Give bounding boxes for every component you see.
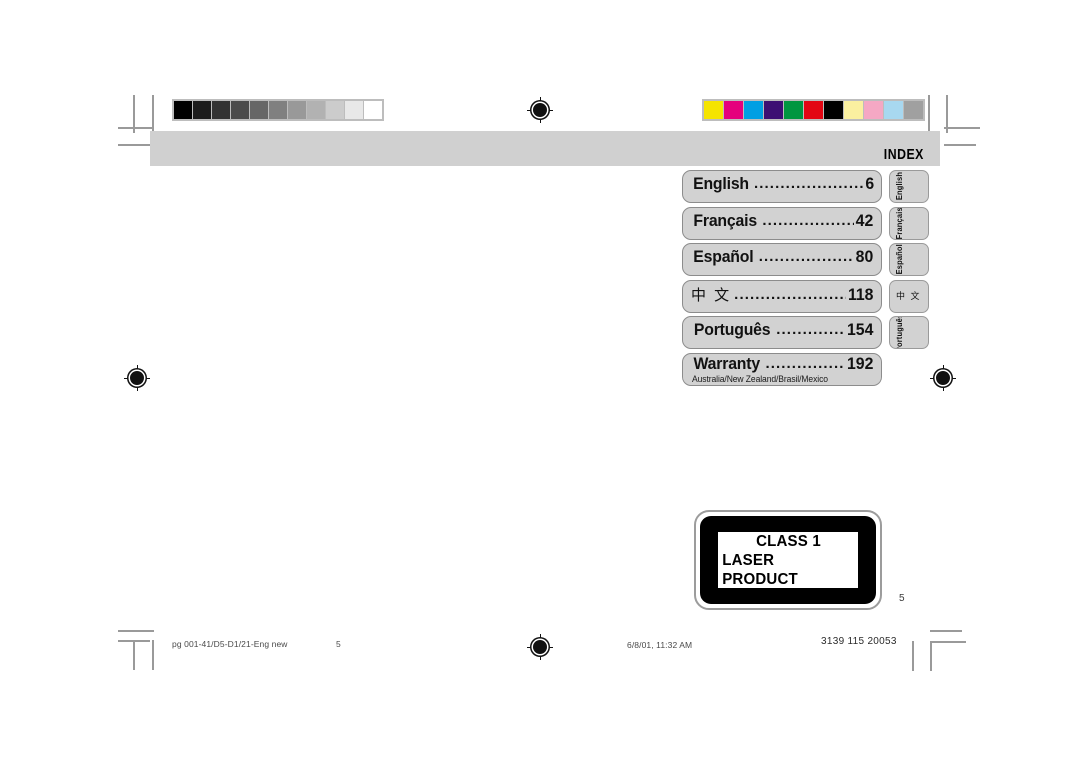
index-entry-5[interactable]: Português..........................154 — [682, 316, 882, 349]
index-entry-3[interactable]: Español..............................80 — [682, 243, 882, 276]
calibration-swatch-7 — [307, 101, 325, 119]
calibration-swatch-1 — [193, 101, 211, 119]
calibration-swatch-2 — [744, 101, 763, 119]
calibration-swatch-3 — [231, 101, 249, 119]
calibration-swatch-9 — [345, 101, 363, 119]
index-entry-label: Português — [693, 320, 771, 339]
index-entry-2[interactable]: Français..............................42 — [682, 206, 882, 240]
print-page-canvas: INDEX English...........................… — [0, 0, 1080, 763]
index-row: Français..............................42… — [682, 206, 940, 240]
index-entry-leader-dots: .............................. — [754, 175, 864, 192]
index-entry-leader-dots: ........................... — [765, 354, 845, 372]
side-tab-label: 中 文 — [896, 291, 922, 301]
calibration-swatch-2 — [212, 101, 230, 119]
calibration-swatch-6 — [288, 101, 306, 119]
side-tab-label: Español — [894, 244, 904, 275]
side-tab-1[interactable]: English — [889, 170, 929, 203]
index-entry-label: English — [693, 174, 749, 193]
color-calibration-bar — [702, 99, 925, 121]
calibration-swatch-4 — [250, 101, 268, 119]
side-tab-label: English — [894, 172, 904, 201]
calibration-swatch-7 — [844, 101, 863, 119]
index-entry-page-number: 118 — [847, 284, 874, 304]
crop-mark-bottom-right-h — [930, 630, 962, 632]
calibration-swatch-9 — [884, 101, 903, 119]
side-tab-label: Português — [894, 316, 904, 349]
index-row: English..............................6En… — [682, 170, 940, 203]
crop-mark-bottom-right-v — [912, 641, 914, 671]
calibration-swatch-4 — [784, 101, 803, 119]
calibration-swatch-5 — [269, 101, 287, 119]
side-tab-4[interactable]: 中 文 — [889, 279, 929, 313]
registration-mark-left-center — [124, 365, 150, 391]
laser-label-line1: CLASS 1 — [755, 532, 821, 550]
index-entry-leader-dots: .............................. — [762, 211, 854, 229]
side-tab-5[interactable]: Português — [889, 316, 929, 349]
crop-mark-bottom-left-h — [118, 630, 154, 632]
calibration-swatch-10 — [364, 101, 382, 119]
crop-mark-top-right-h2 — [944, 144, 976, 146]
crop-mark-bottom-right-h2 — [930, 641, 966, 643]
index-entry-page-number: 154 — [846, 320, 874, 339]
grayscale-calibration-wedge — [172, 99, 384, 121]
footer-date-time: 6/8/01, 11:32 AM — [627, 640, 693, 650]
index-row: Warranty...........................192 Au… — [682, 352, 940, 386]
laser-safety-label: CLASS 1 LASER PRODUCT — [694, 510, 882, 610]
crop-mark-bottom-left-v2 — [152, 640, 154, 670]
index-row: Português..........................154Po… — [682, 316, 940, 349]
footer-document-code: 3139 115 20053 — [821, 636, 897, 647]
calibration-swatch-3 — [764, 101, 783, 119]
index-entry-subtitle: Australia/New Zealand/Brasil/Mexico — [692, 373, 828, 384]
index-entry-leader-dots: .......................... — [776, 321, 845, 338]
index-entry-label: Français — [693, 210, 757, 230]
index-row: Español..............................80E… — [682, 243, 940, 276]
index-entry-label: 中 文 — [691, 286, 732, 304]
crop-mark-bottom-right-v2 — [930, 641, 932, 671]
crop-mark-top-left-v2 — [152, 95, 154, 133]
index-row: 中 文..................................118… — [682, 279, 940, 313]
laser-label-black-field: CLASS 1 LASER PRODUCT — [700, 516, 876, 604]
calibration-swatch-1 — [724, 101, 743, 119]
index-entry-page-number: 6 — [864, 174, 874, 193]
calibration-swatch-5 — [804, 101, 823, 119]
index-entry-4[interactable]: 中 文..................................118 — [682, 279, 882, 313]
index-list: English..............................6En… — [682, 170, 940, 389]
page-title: INDEX — [883, 146, 924, 163]
side-tab-label: Français — [894, 206, 904, 240]
footer-page-number: 5 — [336, 639, 341, 649]
crop-mark-top-left-h — [118, 127, 154, 129]
calibration-swatch-10 — [904, 101, 923, 119]
page-number: 5 — [899, 593, 905, 604]
calibration-swatch-6 — [824, 101, 843, 119]
index-entry-page-number: 192 — [846, 353, 874, 373]
index-entry-label: Warranty — [693, 353, 761, 373]
footer-file-name: pg 001-41/D5-D1/21-Eng new — [172, 639, 288, 649]
index-entry-page-number: 80 — [855, 247, 874, 266]
crop-mark-top-left-v — [133, 95, 135, 133]
laser-label-line2: LASER PRODUCT — [722, 551, 798, 588]
side-tab-2[interactable]: Français — [889, 206, 929, 240]
registration-mark-bottom-center — [527, 634, 553, 660]
laser-label-text-box: CLASS 1 LASER PRODUCT — [718, 532, 858, 588]
calibration-swatch-0 — [174, 101, 192, 119]
crop-mark-top-right-h — [944, 127, 980, 129]
index-entry-page-number: 42 — [855, 210, 874, 230]
index-entry-label: Español — [693, 247, 754, 266]
crop-mark-bottom-left-v — [133, 640, 135, 670]
crop-mark-top-right-v — [928, 95, 930, 133]
crop-mark-top-left-h2 — [118, 144, 150, 146]
index-entry-leader-dots: .................................. — [734, 285, 845, 303]
page-header-band: INDEX — [150, 131, 940, 166]
calibration-swatch-8 — [326, 101, 344, 119]
index-entry-1[interactable]: English..............................6 — [682, 170, 882, 203]
registration-mark-top-center — [527, 97, 553, 123]
index-entry-leader-dots: .............................. — [758, 248, 854, 265]
calibration-swatch-0 — [704, 101, 723, 119]
side-tab-3[interactable]: Español — [889, 243, 929, 276]
calibration-swatch-8 — [864, 101, 883, 119]
index-entry-6[interactable]: Warranty...........................192 Au… — [682, 352, 882, 386]
